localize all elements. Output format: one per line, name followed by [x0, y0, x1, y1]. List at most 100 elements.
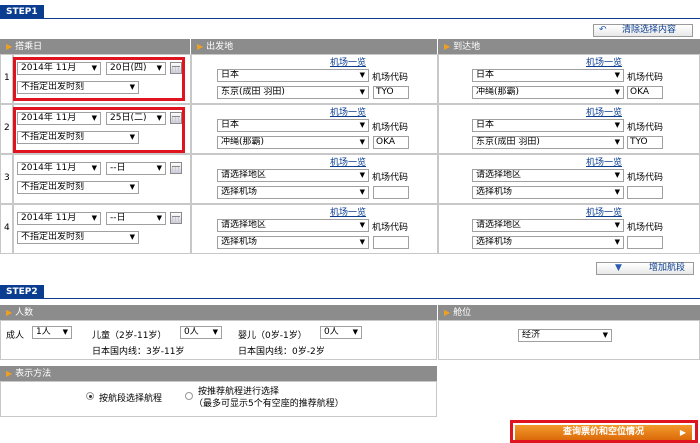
dropdown-arrow-icon: ▼ — [91, 64, 97, 72]
airport-code-label: 机场代码 — [627, 223, 664, 233]
from-code-input[interactable] — [373, 186, 409, 199]
search-fares-button[interactable]: 查询票价和空位情况 ▶ — [515, 425, 692, 440]
dropdown-arrow-icon: ▼ — [212, 328, 218, 336]
airport-list-link[interactable]: 机场一览 — [586, 205, 622, 218]
dropdown-arrow-icon: ▼ — [129, 133, 135, 141]
to-code-input[interactable] — [627, 186, 663, 199]
to-region-select[interactable]: 请选择地区 ▼ — [472, 219, 624, 232]
from-airport-select[interactable]: 选择机场 ▼ — [217, 236, 369, 249]
reset-icon: ↶ — [599, 25, 607, 35]
from-code-input[interactable]: OKA — [373, 136, 409, 149]
airport-list-link[interactable]: 机场一览 — [330, 205, 366, 218]
dropdown-arrow-icon: ▼ — [129, 233, 135, 241]
airport-list-link[interactable]: 机场一览 — [586, 55, 622, 68]
dropdown-arrow-icon: ▼ — [156, 114, 162, 122]
header-to: ▶ 到达地 — [438, 39, 700, 54]
month-select[interactable]: 2014年 11月 ▼ — [17, 62, 101, 75]
from-region-select[interactable]: 日本 ▼ — [217, 69, 369, 82]
dropdown-arrow-icon: ▼ — [614, 188, 620, 196]
row-number: 3 — [4, 173, 10, 183]
dropdown-arrow-icon: ▼ — [359, 188, 365, 196]
add-segment-button[interactable]: ▼ 增加航段 — [596, 262, 694, 275]
to-code-input[interactable]: OKA — [627, 86, 663, 99]
airport-code-label: 机场代码 — [627, 123, 664, 133]
step2-label: STEP2 — [0, 285, 44, 299]
month-select[interactable]: 2014年 11月 ▼ — [17, 212, 101, 225]
airport-list-link[interactable]: 机场一览 — [586, 105, 622, 118]
step1-label: STEP1 — [0, 5, 44, 19]
airport-list-link[interactable]: 机场一览 — [330, 55, 366, 68]
clear-selection-button[interactable]: ↶ 清除选择内容 — [593, 24, 693, 37]
infant-note: 日本国内线：0岁-2岁 — [238, 347, 325, 357]
calendar-icon[interactable] — [170, 112, 182, 124]
adult-select[interactable]: 1人 ▼ — [32, 326, 72, 339]
airport-code-label: 机场代码 — [372, 173, 409, 183]
airport-list-link[interactable]: 机场一览 — [330, 155, 366, 168]
time-select[interactable]: 不指定出发时刻 ▼ — [17, 231, 139, 244]
search-fares-label: 查询票价和空位情况 — [562, 427, 644, 437]
month-select[interactable]: 2014年 11月 ▼ — [17, 112, 101, 125]
clear-selection-label: 清除选择内容 — [622, 25, 677, 35]
airport-code-label: 机场代码 — [372, 123, 409, 133]
time-select[interactable]: 不指定出发时刻 ▼ — [17, 181, 139, 194]
dropdown-arrow-icon: ▼ — [91, 214, 97, 222]
dropdown-arrow-icon: ▼ — [156, 64, 162, 72]
header-date: ▶ 搭乘日 — [0, 39, 190, 54]
from-airport-select[interactable]: 冲绳(那霸) ▼ — [217, 136, 369, 149]
from-code-input[interactable] — [373, 236, 409, 249]
step1-divider — [0, 18, 700, 19]
infant-select[interactable]: 0人 ▼ — [320, 326, 362, 339]
dropdown-arrow-icon: ▼ — [359, 71, 365, 79]
to-region-select[interactable]: 日本 ▼ — [472, 69, 624, 82]
radio-recommended-note: （最多可显示5个有空座的推荐航程） — [194, 399, 344, 409]
dropdown-arrow-icon: ▼ — [359, 221, 365, 229]
day-select[interactable]: --日 ▼ — [106, 162, 166, 175]
day-select[interactable]: 25日(二) ▼ — [106, 112, 166, 125]
from-airport-select[interactable]: 选择机场 ▼ — [217, 186, 369, 199]
to-airport-select[interactable]: 东京(成田 羽田) ▼ — [472, 136, 624, 149]
from-code-input[interactable]: TYO — [373, 86, 409, 99]
radio-recommended[interactable] — [185, 392, 193, 400]
arrow-icon: ▶ — [444, 308, 451, 317]
add-segment-label: 增加航段 — [649, 263, 686, 273]
time-select[interactable]: 不指定出发时刻 ▼ — [17, 131, 139, 144]
calendar-icon[interactable] — [170, 62, 182, 74]
airport-list-link[interactable]: 机场一览 — [330, 105, 366, 118]
dropdown-arrow-icon: ▼ — [129, 83, 135, 91]
day-select[interactable]: 20日(四) ▼ — [106, 62, 166, 75]
to-region-select[interactable]: 请选择地区 ▼ — [472, 169, 624, 182]
dropdown-arrow-icon: ▼ — [91, 164, 97, 172]
dropdown-arrow-icon: ▼ — [614, 138, 620, 146]
header-from: ▶ 出发地 — [191, 39, 437, 54]
to-airport-select[interactable]: 选择机场 ▼ — [472, 236, 624, 249]
airport-list-link[interactable]: 机场一览 — [586, 155, 622, 168]
from-airport-select[interactable]: 东京(成田 羽田) ▼ — [217, 86, 369, 99]
time-select[interactable]: 不指定出发时刻 ▼ — [17, 81, 139, 94]
calendar-icon[interactable] — [170, 162, 182, 174]
day-select[interactable]: --日 ▼ — [106, 212, 166, 225]
to-airport-select[interactable]: 选择机场 ▼ — [472, 186, 624, 199]
airport-code-label: 机场代码 — [372, 223, 409, 233]
dropdown-arrow-icon: ▼ — [614, 221, 620, 229]
row-number: 4 — [4, 223, 10, 233]
child-label: 儿童（2岁-11岁） — [92, 331, 167, 341]
dropdown-arrow-icon: ▼ — [614, 121, 620, 129]
dropdown-arrow-icon: ▼ — [156, 164, 162, 172]
month-select[interactable]: 2014年 11月 ▼ — [17, 162, 101, 175]
to-code-input[interactable]: TYO — [627, 136, 663, 149]
cabin-select[interactable]: 经济 ▼ — [518, 329, 612, 342]
dropdown-arrow-icon: ▼ — [62, 328, 68, 336]
from-region-select[interactable]: 请选择地区 ▼ — [217, 169, 369, 182]
dropdown-arrow-icon: ▼ — [614, 171, 620, 179]
child-select[interactable]: 0人 ▼ — [180, 326, 222, 339]
from-region-select[interactable]: 日本 ▼ — [217, 119, 369, 132]
to-region-select[interactable]: 日本 ▼ — [472, 119, 624, 132]
arrow-right-icon: ▶ — [679, 428, 686, 437]
row-number: 2 — [4, 123, 10, 133]
from-region-select[interactable]: 请选择地区 ▼ — [217, 219, 369, 232]
radio-by-segment[interactable] — [86, 392, 94, 400]
to-airport-select[interactable]: 冲绳(那霸) ▼ — [472, 86, 624, 99]
dropdown-arrow-icon: ▼ — [602, 331, 608, 339]
calendar-icon[interactable] — [170, 212, 182, 224]
to-code-input[interactable] — [627, 236, 663, 249]
